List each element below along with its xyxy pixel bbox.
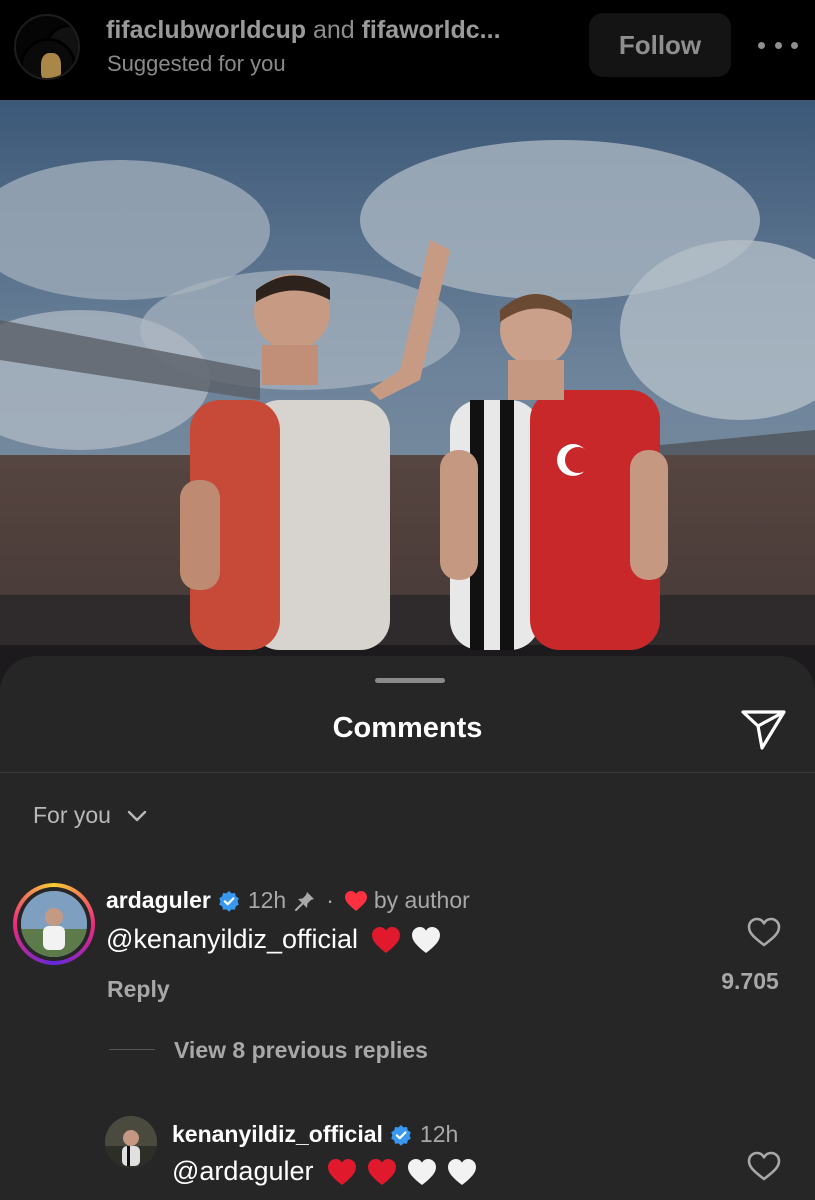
trophy-logo — [41, 53, 61, 78]
replies-line — [109, 1049, 155, 1050]
reply-avatar[interactable] — [105, 1116, 157, 1168]
liked-by-author-label: by author — [373, 887, 470, 913]
white-heart-emoji-icon — [447, 1158, 476, 1185]
pin-icon — [295, 891, 315, 911]
like-count: 9.705 — [721, 968, 779, 994]
suggested-label: Suggested for you — [107, 51, 286, 76]
white-heart-emoji-icon — [407, 1158, 436, 1185]
comment-username[interactable]: ardaguler — [106, 887, 211, 914]
comment-avatar-story-ring[interactable] — [13, 883, 95, 965]
account-name-1[interactable]: fifaclubworldcup — [106, 16, 306, 44]
comment-meta: ardaguler 12h · by author — [106, 887, 470, 914]
filter-dropdown[interactable]: For you — [33, 802, 149, 829]
sheet-grabber[interactable] — [375, 678, 445, 683]
account-joiner: and — [306, 16, 362, 44]
reply-text: @ardaguler — [172, 1156, 478, 1187]
comment-text: @kenanyildiz_official — [106, 924, 442, 955]
heart-icon[interactable] — [746, 916, 782, 948]
reply-username[interactable]: kenanyildiz_official — [172, 1121, 383, 1148]
reply-button[interactable]: Reply — [107, 976, 170, 1003]
verified-icon — [391, 1124, 411, 1146]
more-icon[interactable] — [758, 33, 798, 57]
account-names[interactable]: fifaclubworldcup and fifaworldc... — [106, 16, 576, 45]
white-heart-emoji-icon — [412, 926, 441, 953]
comments-sheet: Comments For you ardaguler 12h · by auth… — [0, 656, 815, 1200]
separator-dot: · — [326, 887, 334, 913]
comment-time: 12h — [247, 887, 287, 913]
post-image[interactable] — [0, 100, 815, 700]
chevron-down-icon — [127, 810, 147, 821]
post-header: fifaclubworldcup and fifaworldc... Sugge… — [0, 0, 815, 100]
sheet-title: Comments — [332, 712, 483, 744]
heart-icon[interactable] — [746, 1150, 782, 1182]
filter-label: For you — [33, 802, 111, 828]
reply-time: 12h — [419, 1121, 459, 1147]
red-heart-emoji-icon — [372, 926, 401, 953]
view-replies-button[interactable]: View 8 previous replies — [174, 1037, 428, 1064]
verified-icon — [219, 890, 239, 912]
sheet-divider — [0, 772, 815, 773]
comment-mention[interactable]: @kenanyildiz_official — [106, 924, 358, 955]
account-name-2[interactable]: fifaworldc... — [362, 16, 501, 44]
send-icon[interactable] — [740, 708, 788, 752]
follow-button[interactable]: Follow — [589, 13, 731, 77]
author-liked-heart-icon — [344, 890, 367, 911]
account-avatars[interactable] — [14, 14, 80, 80]
reply-mention[interactable]: @ardaguler — [172, 1156, 314, 1187]
red-heart-emoji-icon — [367, 1158, 396, 1185]
red-heart-emoji-icon — [327, 1158, 356, 1185]
avatar — [21, 891, 87, 957]
reply-meta: kenanyildiz_official 12h — [172, 1121, 458, 1148]
